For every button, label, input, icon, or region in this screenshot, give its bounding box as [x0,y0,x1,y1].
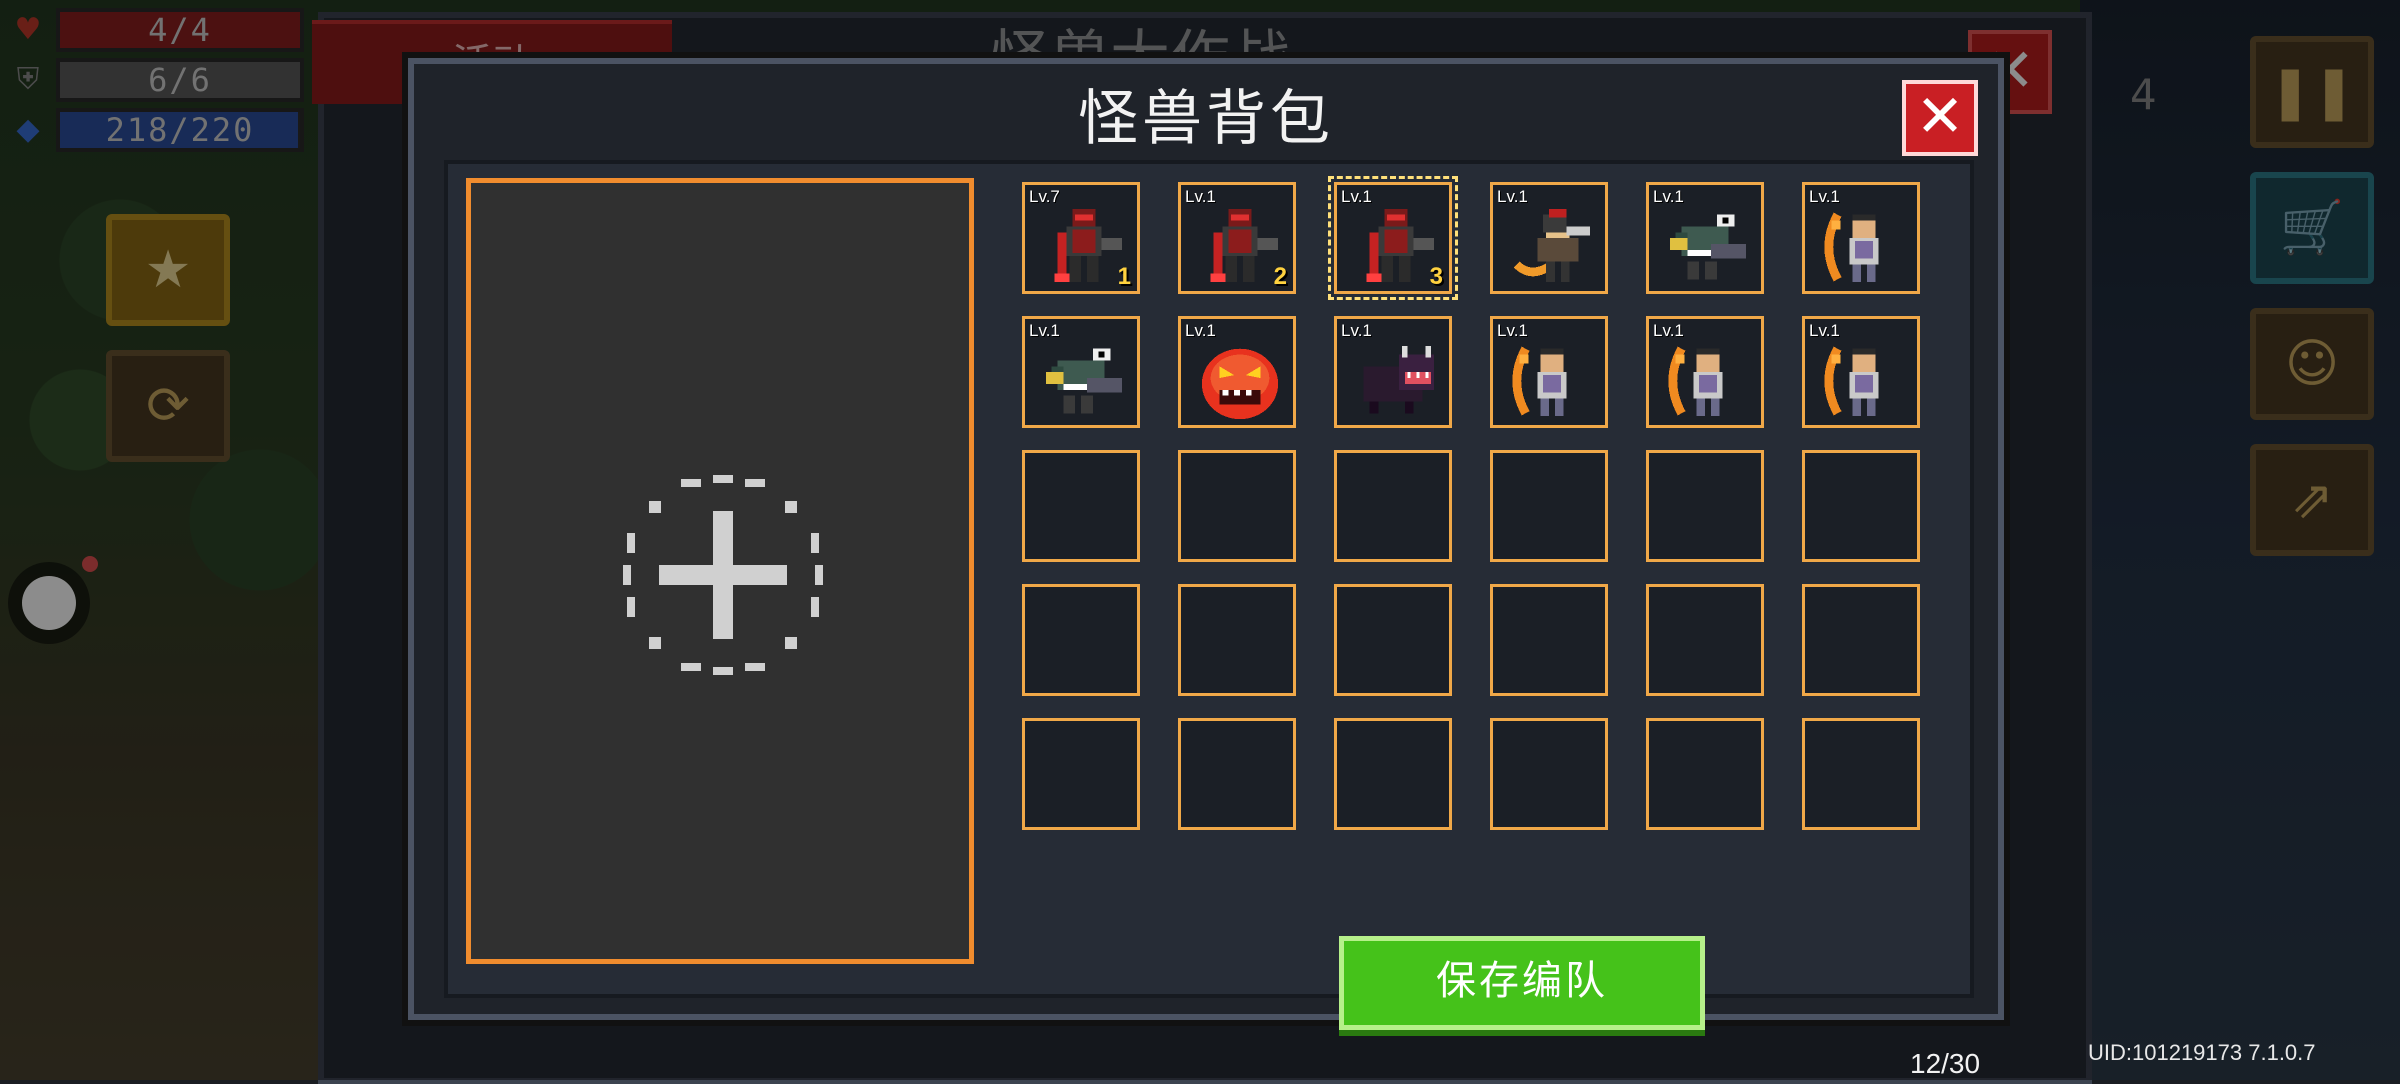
empty-slot[interactable] [1022,584,1140,696]
shark-gunner-icon [1039,337,1129,425]
monster-level: Lv.1 [1809,187,1840,206]
dialog-content: Lv.7 1 Lv.1 2 Lv.1 3 Lv.1 Lv.1 Lv.1 Lv.1 Lv.1 Lv.1 L… [444,160,1980,1079]
fire-slime-icon [1195,337,1285,425]
dark-boar-icon [1351,337,1441,425]
empty-slot[interactable] [1178,584,1296,696]
team-order-badge: 3 [1429,263,1443,290]
empty-slot[interactable] [1334,584,1452,696]
monster-level: Lv.1 [1809,321,1840,340]
empty-slot[interactable] [1490,718,1608,830]
monster-slot[interactable]: Lv.1 [1490,316,1608,428]
monster-slot[interactable]: Lv.1 [1802,182,1920,294]
monk-bow-icon [1819,203,1909,291]
close-button[interactable]: ✕ [1902,80,1978,156]
empty-slot[interactable] [1802,718,1920,830]
monster-level: Lv.1 [1185,321,1216,340]
monster-backpack-dialog: 怪兽背包 ✕ Lv.7 1 Lv.1 2 Lv.1 3 Lv.1 Lv.1 Lv.1 Lv.1 Lv… [408,58,2004,1079]
scythe-warrior-icon [1507,203,1597,291]
monster-slot[interactable]: Lv.1 [1334,316,1452,428]
capacity-count: 12/30 [1910,1048,1981,1079]
monk-bow-icon [1663,337,1753,425]
empty-slot[interactable] [1178,718,1296,830]
monster-level: Lv.1 [1185,187,1216,206]
monster-slot[interactable]: Lv.7 1 [1022,182,1140,294]
add-plus-icon [623,475,823,675]
monster-level: Lv.1 [1341,321,1372,340]
shark-gunner-icon [1663,203,1753,291]
team-order-badge: 2 [1273,263,1287,290]
save-team-button[interactable]: 保存编队 [1339,936,1705,1030]
empty-slot[interactable] [1022,718,1140,830]
monster-slot[interactable]: Lv.1 [1490,182,1608,294]
red-knight-icon [1195,203,1285,291]
monster-level: Lv.1 [1029,321,1060,340]
monster-grid: Lv.7 1 Lv.1 2 Lv.1 3 Lv.1 Lv.1 Lv.1 Lv.1 Lv.1 Lv.1 L… [1022,176,1920,830]
monster-slot[interactable]: Lv.1 3 [1328,176,1458,300]
monster-level: Lv.1 [1497,321,1528,340]
empty-slot[interactable] [1802,584,1920,696]
empty-slot[interactable] [1646,718,1764,830]
empty-slot[interactable] [1022,450,1140,562]
monster-level: Lv.7 [1029,187,1060,206]
monster-level: Lv.1 [1341,187,1372,206]
empty-slot[interactable] [1646,450,1764,562]
empty-slot[interactable] [1490,584,1608,696]
team-preview-slot[interactable] [466,178,974,964]
team-order-badge: 1 [1117,263,1131,290]
empty-slot[interactable] [1646,584,1764,696]
uid-version-label: UID:101219173 7.1.0.7 [2088,1040,2316,1065]
monster-level: Lv.1 [1497,187,1528,206]
red-knight-icon [1039,203,1129,291]
monk-bow-icon [1507,337,1597,425]
monster-level: Lv.1 [1653,321,1684,340]
monster-slot[interactable]: Lv.1 [1646,316,1764,428]
monster-slot[interactable]: Lv.1 [1022,316,1140,428]
monster-slot[interactable]: Lv.1 [1178,316,1296,428]
monster-level: Lv.1 [1653,187,1684,206]
empty-slot[interactable] [1802,450,1920,562]
monk-bow-icon [1819,337,1909,425]
empty-slot[interactable] [1178,450,1296,562]
monster-slot[interactable]: Lv.1 [1646,182,1764,294]
monster-slot[interactable]: Lv.1 [1802,316,1920,428]
empty-slot[interactable] [1334,718,1452,830]
empty-slot[interactable] [1334,450,1452,562]
red-knight-icon [1351,203,1441,291]
dialog-title: 怪兽背包 [1078,84,1334,154]
empty-slot[interactable] [1490,450,1608,562]
monster-slot[interactable]: Lv.1 2 [1178,182,1296,294]
